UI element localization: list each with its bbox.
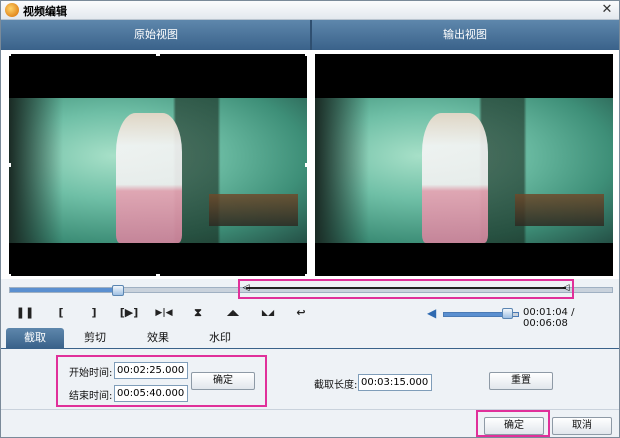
frame-shelf <box>208 193 299 226</box>
crop-handle-left[interactable] <box>7 163 11 167</box>
video-area <box>1 50 619 279</box>
output-video-frame <box>315 98 613 243</box>
window-title: 视频编辑 <box>23 5 67 18</box>
mark-in-button[interactable]: [ <box>51 305 71 321</box>
frame-person <box>422 112 488 243</box>
frame-shadow <box>9 98 63 243</box>
pause-button[interactable]: ❚❚ <box>15 305 35 321</box>
trim-range-highlight <box>238 279 574 299</box>
volume-thumb[interactable] <box>502 308 513 319</box>
tab-crop[interactable]: 截取 <box>6 328 64 348</box>
playback-controls: ❚❚ [ ] [▶] ▶|◀ ⧗ ◢◣ ◣◢ ↩ ◀ 00:01:04 / 00… <box>1 301 619 329</box>
crop-handle-top[interactable] <box>156 52 160 56</box>
time-separator: / <box>567 307 575 318</box>
goto-marks-button[interactable]: ▶|◀ <box>152 305 176 321</box>
crop-length-input[interactable] <box>358 374 432 391</box>
tab-cut[interactable]: 剪切 <box>66 328 124 348</box>
tab-effects[interactable]: 效果 <box>129 328 187 348</box>
seek-progress <box>10 288 117 292</box>
crop-handle-bottom-left[interactable] <box>7 274 11 278</box>
trim-left-button[interactable]: ◢◣ <box>221 305 245 321</box>
time-readout: 00:01:04 / 00:06:08 <box>523 307 619 329</box>
undo-button[interactable]: ↩ <box>291 305 311 321</box>
original-video-preview[interactable] <box>9 54 307 276</box>
cancel-button[interactable]: 取消 <box>552 417 612 435</box>
frame-person <box>116 112 182 243</box>
view-divider <box>310 20 312 50</box>
video-edit-window: 视频编辑 ✕ 原始视图 输出视图 ◁ ◁ ❚❚ [] [▶] ▶|◀ ⧗ ◢◣… <box>0 0 620 438</box>
time-inputs-highlight <box>56 355 267 407</box>
original-video-frame <box>9 98 307 243</box>
mark-out-button[interactable]: ] <box>84 305 104 321</box>
frame-shelf <box>514 193 605 226</box>
seek-thumb[interactable] <box>112 285 124 296</box>
play-selection-button[interactable]: [▶] <box>117 305 141 321</box>
ok-button-highlight <box>476 410 550 437</box>
crop-length-label: 截取长度: <box>314 380 358 391</box>
output-video-preview <box>315 54 613 276</box>
original-view-header: 原始视图 <box>1 20 311 50</box>
frame-shadow <box>315 98 369 243</box>
edit-tabs: 截取 剪切 效果 水印 <box>1 327 619 349</box>
trim-right-button[interactable]: ◣◢ <box>256 305 280 321</box>
crop-handle-bottom[interactable] <box>156 274 160 278</box>
reset-button[interactable]: 重置 <box>489 372 553 390</box>
crop-handle-top-left[interactable] <box>7 52 11 56</box>
title-bar: 视频编辑 ✕ <box>1 1 619 20</box>
tab-watermark[interactable]: 水印 <box>191 328 249 348</box>
current-time: 00:01:04 <box>523 307 568 318</box>
crop-handle-bottom-right[interactable] <box>305 274 309 278</box>
output-view-header: 输出视图 <box>311 20 619 50</box>
close-button[interactable]: ✕ <box>599 2 615 18</box>
crop-handle-right[interactable] <box>305 163 309 167</box>
app-logo-icon <box>5 3 19 17</box>
crop-handle-top-right[interactable] <box>305 52 309 56</box>
volume-icon[interactable]: ◀ <box>427 305 441 321</box>
center-marks-button[interactable]: ⧗ <box>188 305 208 321</box>
